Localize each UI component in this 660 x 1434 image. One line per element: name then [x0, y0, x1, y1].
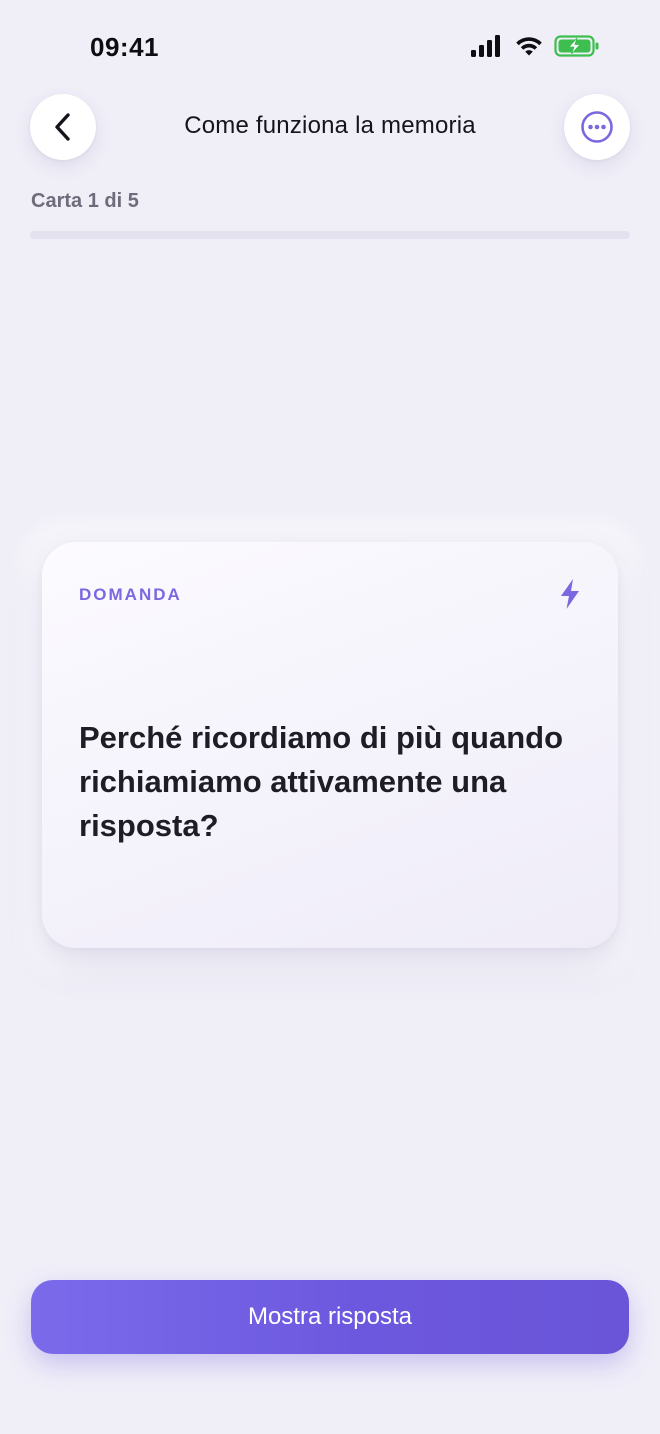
card-tag: DOMANDA: [79, 585, 182, 604]
status-icons: [470, 34, 600, 58]
status-bar: 09:41: [0, 0, 660, 96]
flashcard[interactable]: DOMANDA Perché ricordiamo di più quando …: [42, 542, 618, 948]
chevron-left-icon: [55, 113, 70, 141]
battery-charging-icon: [554, 35, 599, 57]
wifi-icon: [516, 37, 542, 56]
flashcard-screen: 09:41 Come funziona la memoria Carta 1 d…: [0, 0, 660, 1434]
progress-bar: [30, 231, 630, 239]
more-options-button[interactable]: [564, 94, 630, 160]
show-answer-button[interactable]: Mostra risposta: [31, 1280, 629, 1354]
ellipsis-circle-icon: [581, 111, 613, 143]
back-button[interactable]: [30, 94, 96, 160]
progress-label: Carta 1 di 5: [31, 190, 139, 212]
signal-icon: [471, 35, 500, 57]
page-title: Come funziona la memoria: [184, 112, 476, 139]
bolt-icon: [561, 579, 579, 609]
status-time: 09:41: [90, 32, 159, 62]
card-question: Perché ricordiamo di più quando richiami…: [79, 720, 564, 843]
